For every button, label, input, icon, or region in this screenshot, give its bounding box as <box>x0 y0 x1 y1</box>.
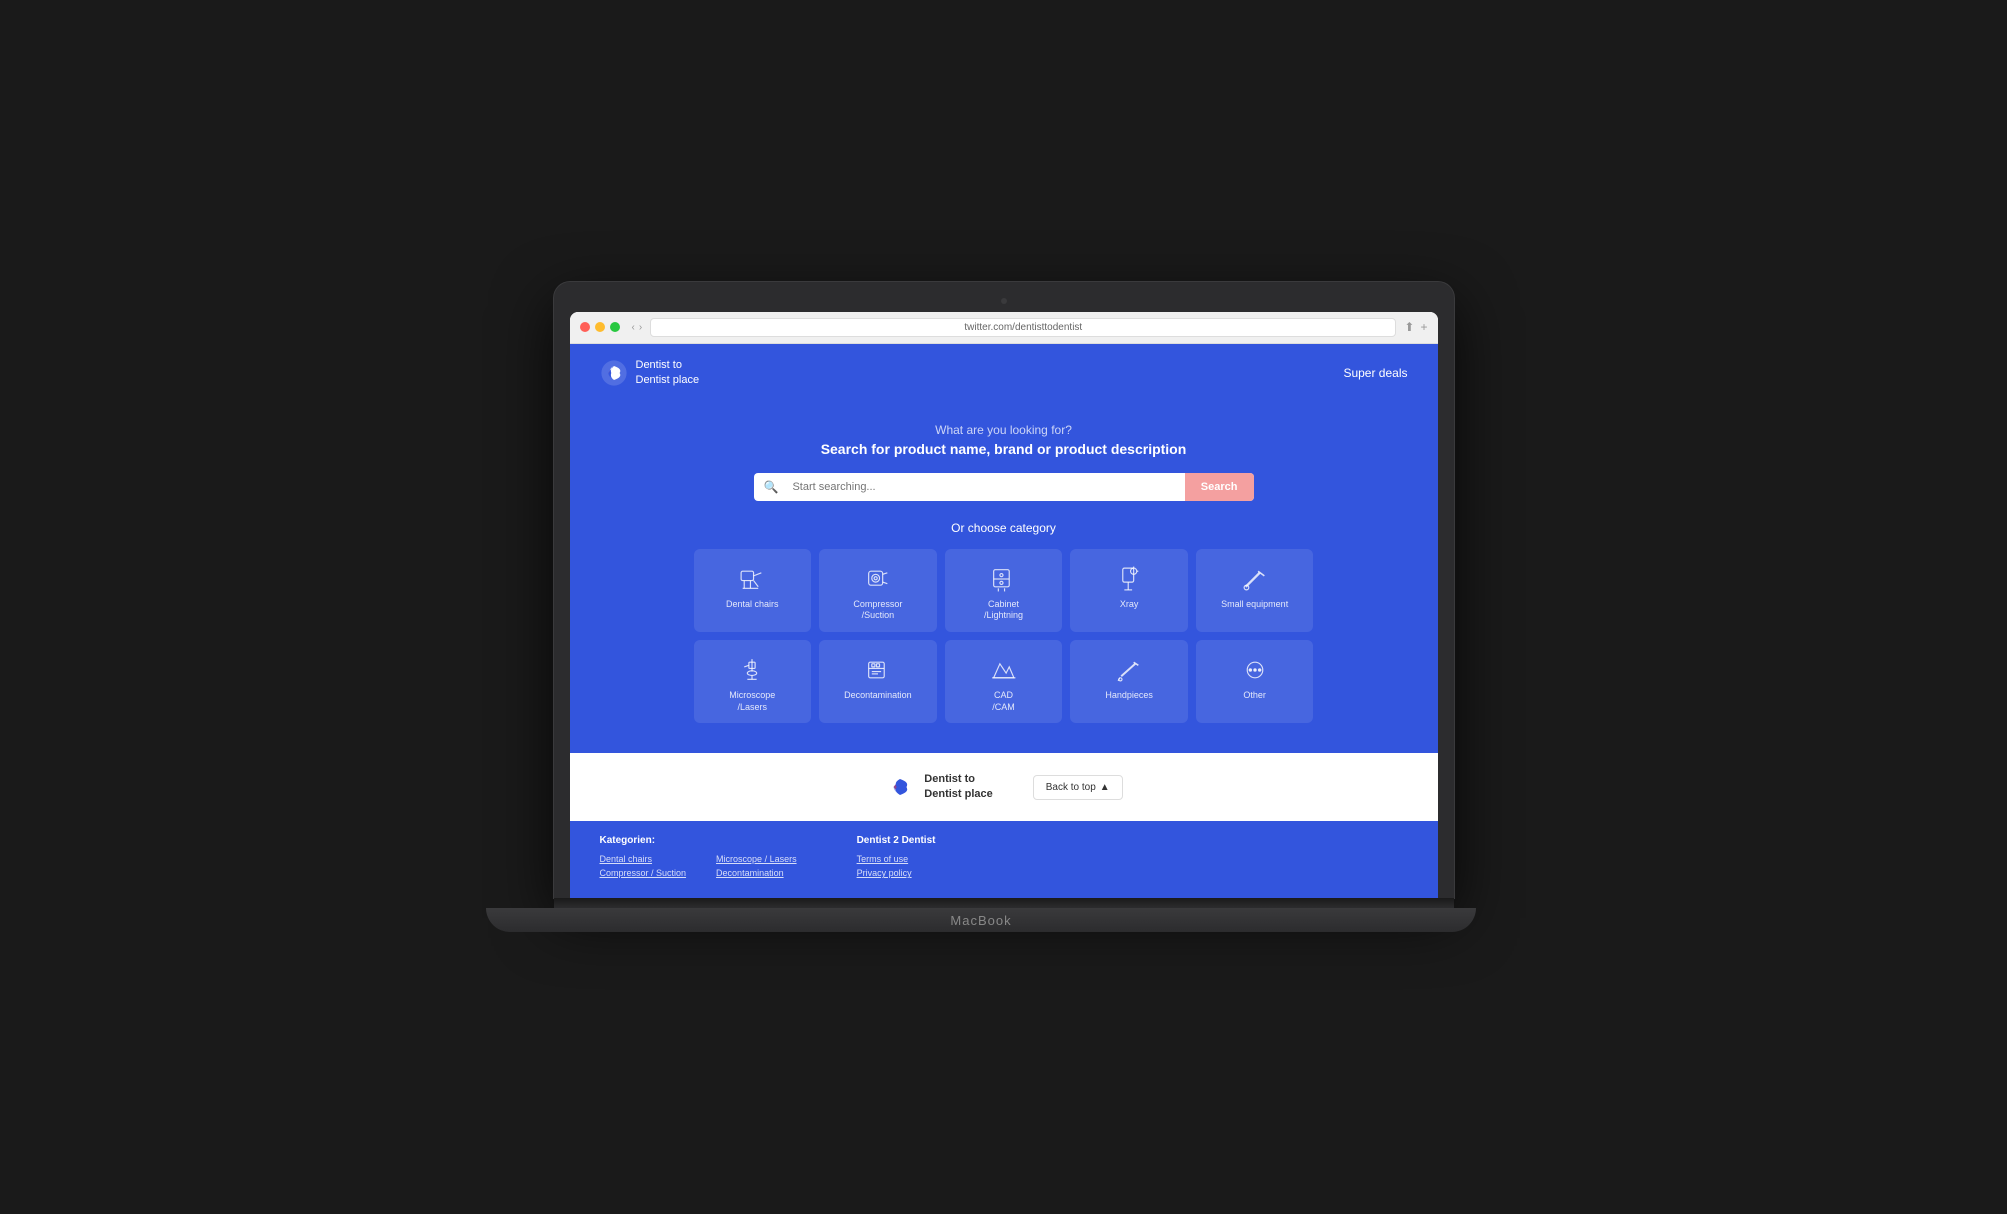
traffic-lights <box>580 322 620 332</box>
back-icon[interactable]: ‹ <box>632 322 635 333</box>
category-cabinet[interactable]: Cabinet/Lightning <box>945 549 1063 632</box>
back-to-top-button[interactable]: Back to top ▲ <box>1033 775 1123 800</box>
category-small-equipment[interactable]: Small equipment <box>1196 549 1314 632</box>
category-label: Or choose category <box>600 521 1408 535</box>
hero-title: Search for product name, brand or produc… <box>600 441 1408 457</box>
browser-controls: ‹ › <box>632 322 643 333</box>
category-other[interactable]: Other <box>1196 640 1314 723</box>
footer-links-col1: Dental chairs Compressor / Suction <box>600 854 687 882</box>
category-decontamination[interactable]: Decontamination <box>819 640 937 723</box>
footer-logo-text: Dentist to Dentist place <box>924 772 992 803</box>
footer-dark: Kategorien: Dental chairs Compressor / S… <box>570 821 1438 898</box>
footer-col-dentist2dentist-heading: Dentist 2 Dentist <box>857 835 936 846</box>
search-button[interactable]: Search <box>1185 473 1254 501</box>
category-compressor[interactable]: Compressor/Suction <box>819 549 937 632</box>
laptop-base: MacBook <box>486 908 1476 932</box>
share-icon[interactable]: ⬆ <box>1404 320 1414 334</box>
category-handpieces-label: Handpieces <box>1078 690 1180 702</box>
footer-logo: Dentist to Dentist place <box>884 771 992 803</box>
footer-link-microscope[interactable]: Microscope / Lasers <box>716 854 797 864</box>
site-content: Dentist to Dentist place Super deals Wha… <box>570 344 1438 899</box>
category-decontamination-label: Decontamination <box>827 690 929 702</box>
logo-icon <box>600 359 628 387</box>
minimize-button[interactable] <box>595 322 605 332</box>
category-cabinet-label: Cabinet/Lightning <box>953 599 1055 622</box>
laptop-wrapper: ‹ › twitter.com/dentisttodentist ⬆ + <box>554 282 1454 933</box>
site-nav: Dentist to Dentist place Super deals <box>570 344 1438 403</box>
category-other-label: Other <box>1204 690 1306 702</box>
footer-link-decontamination[interactable]: Decontamination <box>716 868 797 878</box>
logo-area: Dentist to Dentist place <box>600 358 700 389</box>
category-xray-label: Xray <box>1078 599 1180 611</box>
laptop-hinge <box>554 898 1454 908</box>
category-microscope[interactable]: Microscope/Lasers <box>694 640 812 723</box>
screen-bezel: ‹ › twitter.com/dentisttodentist ⬆ + <box>554 282 1454 899</box>
footer-white: Dentist to Dentist place Back to top ▲ <box>570 753 1438 821</box>
footer-links-col2: Microscope / Lasers Decontamination <box>716 854 797 882</box>
hero-section: What are you looking for? Search for pro… <box>570 403 1438 754</box>
search-input[interactable] <box>788 473 1184 501</box>
footer-link-terms[interactable]: Terms of use <box>857 854 936 864</box>
category-cadcam-label: CAD/CAM <box>953 690 1055 713</box>
search-icon: 🔍 <box>754 473 789 501</box>
footer-link-compressor[interactable]: Compressor / Suction <box>600 868 687 878</box>
logo-text: Dentist to Dentist place <box>636 358 700 389</box>
address-bar[interactable]: twitter.com/dentisttodentist <box>650 318 1396 337</box>
browser-actions: ⬆ + <box>1404 320 1427 334</box>
category-grid: Dental chairs Compressor/Suctio <box>694 549 1314 724</box>
footer-col-kategorien: Kategorien: Dental chairs Compressor / S… <box>600 835 797 882</box>
category-xray[interactable]: Xray <box>1070 549 1188 632</box>
category-cadcam[interactable]: CAD/CAM <box>945 640 1063 723</box>
category-dental-chairs[interactable]: Dental chairs <box>694 549 812 632</box>
close-button[interactable] <box>580 322 590 332</box>
footer-col-dentist2dentist: Dentist 2 Dentist Terms of use Privacy p… <box>857 835 936 882</box>
category-microscope-label: Microscope/Lasers <box>702 690 804 713</box>
search-bar: 🔍 Search <box>754 473 1254 501</box>
footer-logo-icon <box>884 771 916 803</box>
browser-chrome: ‹ › twitter.com/dentisttodentist ⬆ + <box>570 312 1438 344</box>
maximize-button[interactable] <box>610 322 620 332</box>
category-handpieces[interactable]: Handpieces <box>1070 640 1188 723</box>
camera-dot <box>1001 298 1007 304</box>
chevron-up-icon: ▲ <box>1100 782 1110 793</box>
bookmark-icon[interactable]: + <box>1420 320 1427 334</box>
footer-link-privacy[interactable]: Privacy policy <box>857 868 936 878</box>
browser-window: ‹ › twitter.com/dentisttodentist ⬆ + <box>570 312 1438 899</box>
footer-col-kategorien-heading: Kategorien: <box>600 835 797 846</box>
category-small-equipment-label: Small equipment <box>1204 599 1306 611</box>
forward-icon[interactable]: › <box>639 322 642 333</box>
footer-link-dental-chairs[interactable]: Dental chairs <box>600 854 687 864</box>
macbook-label: MacBook <box>950 913 1011 928</box>
category-compressor-label: Compressor/Suction <box>827 599 929 622</box>
category-dental-chairs-label: Dental chairs <box>702 599 804 611</box>
super-deals-link[interactable]: Super deals <box>1343 366 1407 380</box>
hero-subtitle: What are you looking for? <box>600 423 1408 437</box>
footer-links-row: Dental chairs Compressor / Suction Micro… <box>600 854 797 882</box>
